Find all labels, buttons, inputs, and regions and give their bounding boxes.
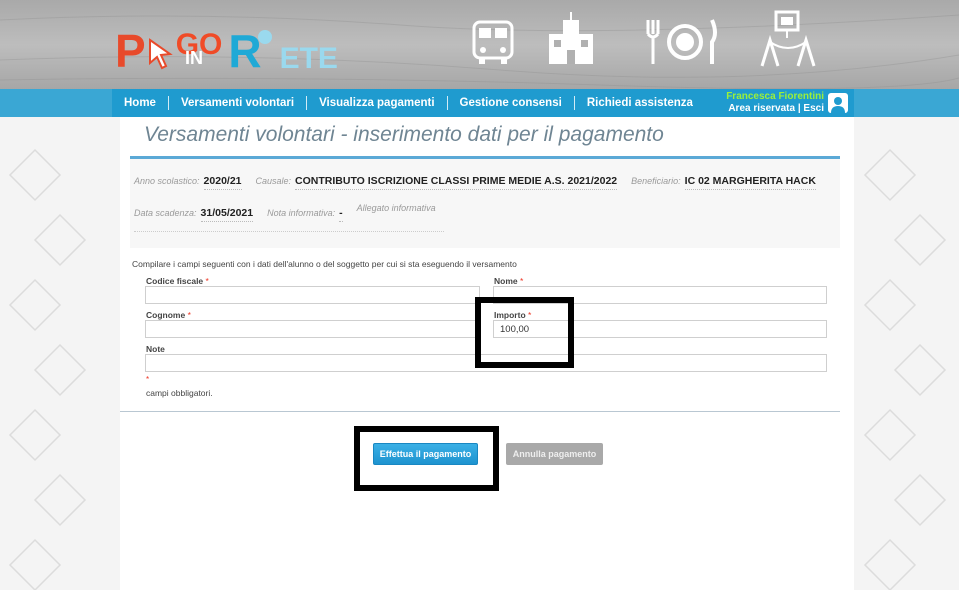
anno-label: Anno scolastico: [134, 176, 200, 186]
nav-strip-left [0, 89, 112, 117]
scadenza-label: Data scadenza: [134, 208, 197, 218]
form-instruction: Compilare i campi seguenti con i dati de… [132, 259, 517, 269]
codice-fiscale-label: Codice fiscale * [146, 276, 209, 286]
required-star: * [146, 375, 150, 384]
school-icon [549, 12, 593, 64]
nav-gestione-consensi[interactable]: Gestione consensi [448, 96, 575, 110]
nav-versamenti-volontari[interactable]: Versamenti volontari [169, 96, 308, 110]
beneficiario-label: Beneficiario: [631, 176, 681, 186]
user-links: Area riservata | Esci [726, 103, 824, 115]
nav-home[interactable]: Home [112, 96, 169, 110]
causale-label: Causale: [255, 176, 292, 186]
bus-icon [472, 20, 514, 64]
header-banner: P GO IN R ETE [0, 0, 959, 90]
info-row-1: Anno scolastico: 2020/21 Causale: CONTRI… [134, 175, 830, 190]
esci-link[interactable]: Esci [803, 103, 824, 114]
causale-value: CONTRIBUTO ISCRIZIONE CLASSI PRIME MEDIE… [295, 175, 618, 190]
logo-circle-icon [257, 30, 272, 44]
logo-letter-p: P [115, 25, 146, 77]
user-name: Francesca Fiorentini [726, 91, 824, 102]
user-info: Francesca Fiorentini Area riservata | Es… [726, 91, 828, 115]
pay-button-highlight-box [354, 426, 499, 491]
logo-ete: ETE [279, 42, 338, 75]
nota-label: Nota informativa: [267, 208, 336, 218]
allegato-informativa-link[interactable]: Allegato informativa [357, 203, 436, 213]
nome-label: Nome * [494, 276, 524, 286]
note-label: Note [146, 344, 165, 354]
importo-highlight-box [475, 297, 574, 368]
codice-fiscale-input[interactable] [145, 286, 480, 304]
info-row-divider [134, 231, 444, 232]
cursor-arrow-icon [148, 38, 173, 70]
cognome-label: Cognome * [146, 310, 191, 320]
nota-value: - [339, 207, 343, 222]
user-avatar-icon[interactable] [828, 93, 848, 113]
annulla-pagamento-button[interactable]: Annulla pagamento [506, 443, 603, 465]
painting-exhibit-icon [760, 10, 816, 67]
person-icon [831, 97, 845, 113]
area-riservata-link[interactable]: Area riservata [728, 103, 795, 114]
anno-value: 2020/21 [203, 175, 242, 190]
nav-visualizza-pagamenti[interactable]: Visualizza pagamenti [307, 96, 448, 110]
form-divider [120, 411, 840, 412]
pagoinrete-logo[interactable]: P GO IN R ETE [115, 18, 338, 74]
page-title: Versamenti volontari - inserimento dati … [144, 123, 664, 146]
user-links-separator: | [797, 103, 801, 114]
nav-strip-right [854, 89, 959, 117]
logo-in: IN [185, 48, 203, 68]
nav-richiedi-assistenza[interactable]: Richiedi assistenza [575, 96, 705, 110]
cognome-input[interactable] [145, 320, 480, 338]
beneficiario-value: IC 02 MARGHERITA HACK [684, 175, 816, 190]
scadenza-value: 31/05/2021 [200, 207, 254, 222]
required-fields-note: campi obbligatori. [146, 388, 213, 398]
cutlery-plate-icon [646, 19, 717, 64]
main-navbar: Home Versamenti volontari Visualizza pag… [112, 89, 854, 117]
payment-info-box: Anno scolastico: 2020/21 Causale: CONTRI… [130, 156, 840, 248]
info-row-2: Data scadenza: 31/05/2021 Nota informati… [134, 203, 436, 222]
